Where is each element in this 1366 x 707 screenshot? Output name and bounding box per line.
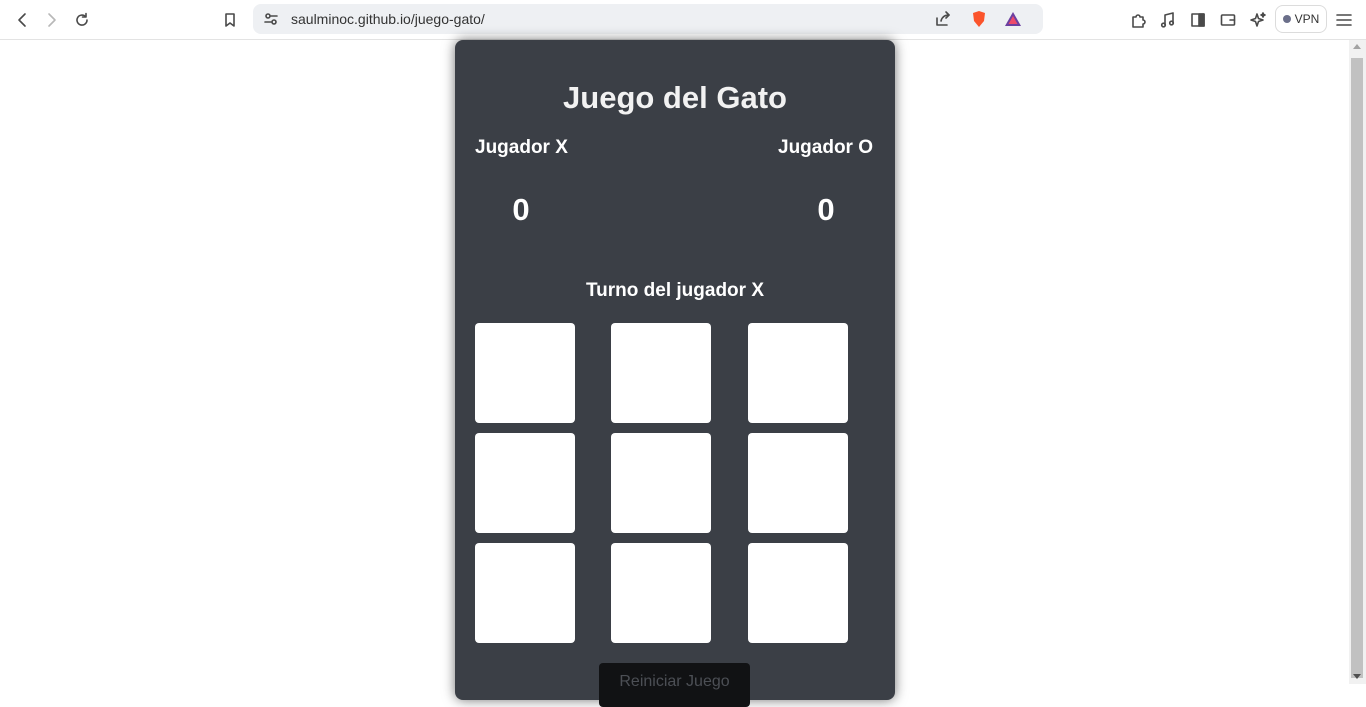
board-cell[interactable] — [611, 323, 711, 423]
game-title: Juego del Gato — [563, 80, 787, 115]
url-text: saulminoc.github.io/juego-gato/ — [291, 11, 485, 27]
page-scrollbar[interactable] — [1349, 40, 1366, 684]
share-icon[interactable] — [929, 5, 957, 33]
vpn-button[interactable]: VPN — [1275, 5, 1327, 33]
board-cell[interactable] — [475, 323, 575, 423]
media-icon[interactable] — [1154, 6, 1182, 34]
brave-shields-icon[interactable] — [965, 5, 993, 33]
scroll-thumb[interactable] — [1351, 58, 1363, 678]
board-cell[interactable] — [748, 323, 848, 423]
site-settings-icon[interactable] — [257, 5, 285, 33]
player-x-label: Jugador X — [475, 137, 568, 158]
board-cell[interactable] — [475, 433, 575, 533]
forward-icon[interactable] — [38, 6, 66, 34]
menu-icon[interactable] — [1330, 6, 1358, 34]
leo-ai-icon[interactable] — [1244, 6, 1272, 34]
vpn-label: VPN — [1294, 12, 1320, 26]
player-x-score: 0 — [512, 192, 530, 227]
sidebar-icon[interactable] — [1184, 6, 1212, 34]
back-icon[interactable] — [8, 6, 36, 34]
vpn-status-icon — [1282, 15, 1291, 23]
extensions-icon[interactable] — [1124, 6, 1152, 34]
board-cell[interactable] — [748, 433, 848, 533]
reload-icon[interactable] — [68, 6, 96, 34]
address-bar[interactable]: saulminoc.github.io/juego-gato/ — [253, 4, 1043, 34]
wallet-icon[interactable] — [1214, 6, 1242, 34]
board-cell[interactable] — [611, 543, 711, 643]
board-cell[interactable] — [611, 433, 711, 533]
browser-toolbar: saulminoc.github.io/juego-gato/ VPN — [0, 0, 1366, 40]
reset-game-button[interactable]: Reiniciar Juego — [599, 663, 750, 707]
brave-rewards-icon[interactable] — [999, 5, 1027, 33]
player-o-label: Jugador O — [778, 137, 874, 158]
game-container: Juego del Gato Jugador X Jugador O 0 0 T… — [455, 40, 895, 707]
player-o-score: 0 — [817, 192, 835, 227]
bookmark-icon[interactable] — [216, 6, 244, 34]
board-cell[interactable] — [748, 543, 848, 643]
scroll-down-icon[interactable] — [1353, 674, 1361, 679]
turn-indicator: Turno del jugador X — [585, 280, 765, 301]
scroll-up-icon[interactable] — [1353, 44, 1361, 49]
board-cell[interactable] — [475, 543, 575, 643]
